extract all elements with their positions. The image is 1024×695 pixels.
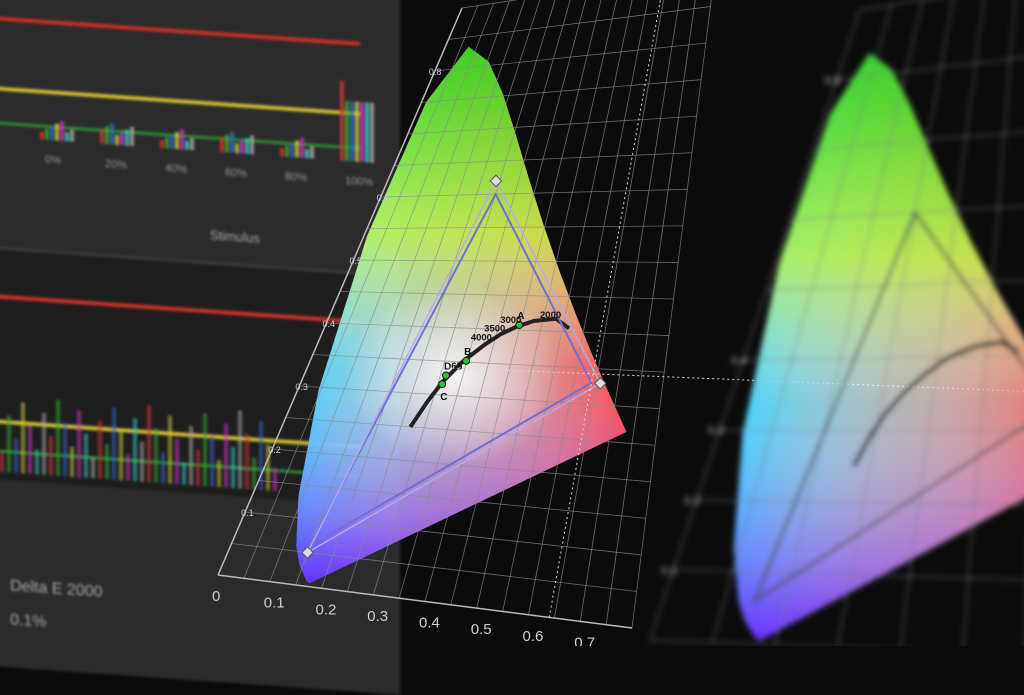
x-tick-label: 0 (212, 588, 220, 605)
x-tick-label: 0.4 (419, 615, 440, 632)
x-tick-label: 0.1 (264, 595, 285, 612)
cie-chromaticity-chart: D65CBA400035003000 20000 0.1 0.2 0.3 0.4 0.5 0.… (212, 0, 1024, 646)
cct-label: 3000 (500, 315, 521, 326)
y-tick-label: 0.1 (241, 508, 254, 518)
white-region (343, 285, 564, 466)
white-point-label: D65 (444, 361, 463, 372)
y-tick-label: 0.8 (825, 75, 840, 87)
white-point-marker (438, 380, 447, 389)
y-tick-label: 0.2 (685, 495, 700, 507)
y-tick-label: 0.5 (350, 256, 363, 266)
y-tick-label: 0.3 (295, 382, 308, 392)
x-tick-label: 0.2 (316, 601, 337, 618)
y-tick-label: 0.3 (708, 425, 723, 437)
x-tick-label: 0.3 (367, 608, 388, 625)
grid-line (605, 0, 696, 625)
y-tick-label: 0.6 (377, 193, 390, 203)
white-point-marker (462, 356, 471, 365)
x-tick-label: 0.7 (574, 634, 595, 646)
white-point-label: C (440, 392, 447, 403)
y-tick-label: 0.2 (268, 445, 281, 455)
secondary-gamut-chart: 0.1 0.2 0.3 0.4 0.8 (649, 0, 1024, 646)
grid-line (631, 0, 712, 629)
x-tick-label: 0.6 (523, 628, 544, 645)
y-tick-label: 0.4 (322, 319, 335, 329)
x-tick-label: 0.5 (471, 621, 492, 638)
y-tick-label: 0.8 (429, 67, 442, 77)
grid-line (579, 0, 680, 622)
grid-line (649, 639, 813, 646)
grid-line (448, 6, 711, 40)
cct-label: 2000 (540, 310, 561, 321)
grid-line (461, 0, 518, 9)
grid-line (859, 0, 926, 11)
y-tick-label: 0.4 (731, 355, 746, 367)
white-point-label: B (464, 347, 471, 358)
white-point-marker (442, 371, 451, 380)
y-tick-label: 0.1 (661, 565, 676, 577)
